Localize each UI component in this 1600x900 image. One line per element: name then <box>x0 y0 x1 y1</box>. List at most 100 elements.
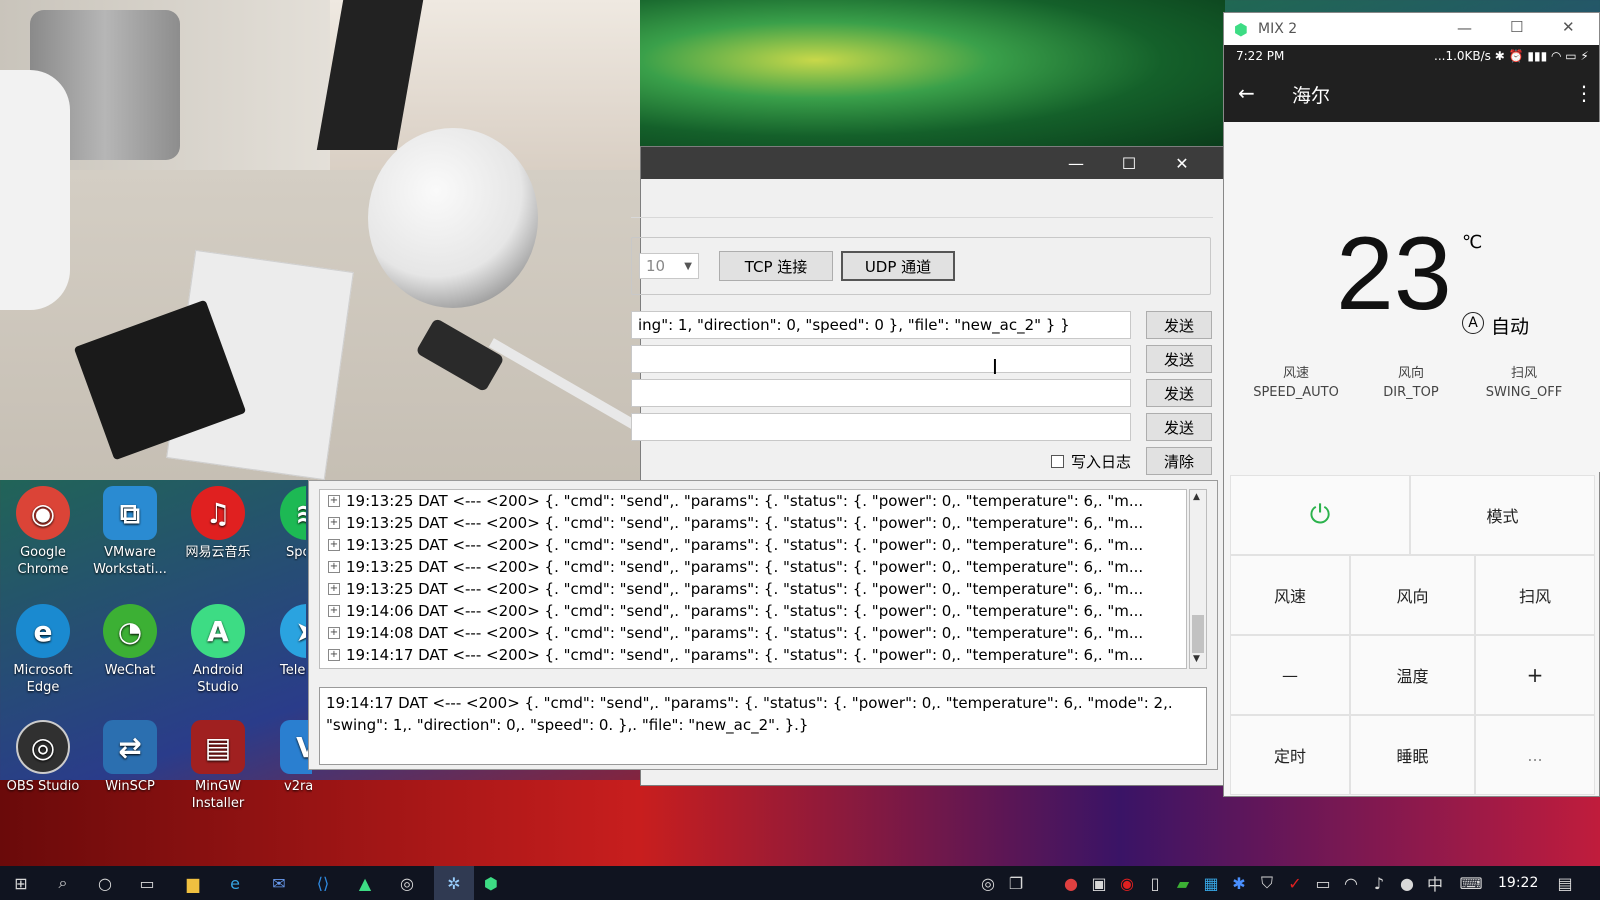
desktop-icon-wechat[interactable]: ◔ WeChat <box>89 604 171 679</box>
chrome-icon: ◉ <box>16 486 70 540</box>
timer-button[interactable]: 定时 <box>1230 715 1350 795</box>
udp-channel-button[interactable]: UDP 通道 <box>841 251 955 281</box>
expand-icon[interactable]: + <box>328 649 340 661</box>
log-panel: +19:13:25 DAT <--- <200> {. "cmd": "send… <box>308 480 1218 770</box>
tray-usb-icon[interactable]: ▯ <box>1142 871 1168 895</box>
android-studio-taskbar-icon[interactable]: ▲ <box>352 871 378 895</box>
desktop-icon-telegram[interactable]: ➤ Teleg <box>262 604 306 679</box>
bluetooth-icon[interactable]: ✱ <box>1226 871 1252 895</box>
send-button-1[interactable]: 发送 <box>1146 311 1212 339</box>
microphone-icon[interactable]: ● <box>1394 871 1420 895</box>
tcp-connect-button[interactable]: TCP 连接 <box>719 251 833 281</box>
log-scrollbar[interactable]: ▲ ▼ <box>1189 489 1207 669</box>
scroll-up-icon[interactable]: ▲ <box>1193 492 1200 502</box>
cortana-icon[interactable]: ○ <box>92 871 118 895</box>
swing-button[interactable]: 扫风 <box>1475 555 1595 635</box>
desktop-icon-v2rayn[interactable]: V v2rayN <box>262 720 312 795</box>
fan-direction-button[interactable]: 风向 <box>1350 555 1475 635</box>
expand-icon[interactable]: + <box>328 583 340 595</box>
keyboard-icon[interactable]: ⌨ <box>1458 871 1484 895</box>
tray-app-icon-3[interactable]: ▰ <box>1170 871 1196 895</box>
expand-icon[interactable]: + <box>328 539 340 551</box>
status-label: 风向 <box>1397 366 1424 381</box>
notification-icon[interactable]: ▤ <box>1552 871 1578 895</box>
tray-app-icon-4[interactable]: ▦ <box>1198 871 1224 895</box>
tray-app-icon-2[interactable]: ▣ <box>1086 871 1112 895</box>
desktop-icon-winscp[interactable]: ⇄ WinSCP <box>89 720 171 795</box>
sleep-button[interactable]: 睡眠 <box>1350 715 1475 795</box>
desktop-icon-vmware[interactable]: ⧉ VMware Workstati... <box>89 486 171 578</box>
log-row[interactable]: +19:14:17 DAT <--- <200> {. "cmd": "send… <box>320 644 1186 666</box>
desktop-icon-mingw[interactable]: ▤ MinGW Installer <box>177 720 259 812</box>
tray-netease-icon[interactable]: ◉ <box>1114 871 1140 895</box>
log-row[interactable]: +19:13:25 DAT <--- <200> {. "cmd": "send… <box>320 578 1186 600</box>
clear-button[interactable]: 清除 <box>1146 447 1212 475</box>
obs-taskbar-icon[interactable]: ◎ <box>394 871 420 895</box>
scroll-down-icon[interactable]: ▼ <box>1193 654 1200 664</box>
expand-icon[interactable]: + <box>328 561 340 573</box>
expand-icon[interactable]: + <box>328 517 340 529</box>
log-row[interactable]: +19:14:06 DAT <--- <200> {. "cmd": "send… <box>320 600 1186 622</box>
maximize-button[interactable]: ☐ <box>1106 147 1152 179</box>
desktop-icon-obs[interactable]: ◎ OBS Studio <box>2 720 84 795</box>
more-vert-icon[interactable]: ⋮ <box>1574 81 1594 105</box>
edge-taskbar-icon[interactable]: e <box>222 871 248 895</box>
temp-down-button[interactable]: — <box>1230 635 1350 715</box>
phone-maximize-button[interactable]: ☐ <box>1510 18 1523 36</box>
log-detail-view[interactable]: 19:14:17 DAT <--- <200> {. "cmd": "send"… <box>319 687 1207 765</box>
expand-icon[interactable]: + <box>328 495 340 507</box>
expand-icon[interactable]: + <box>328 605 340 617</box>
windows-start-icon[interactable]: ⊞ <box>8 871 34 895</box>
file-explorer-icon[interactable]: ▆ <box>180 871 206 895</box>
wifi-icon[interactable]: ◠ <box>1338 871 1364 895</box>
task-view-icon[interactable]: ▭ <box>134 871 160 895</box>
log-row[interactable]: +19:13:25 DAT <--- <200> {. "cmd": "send… <box>320 534 1186 556</box>
send-button-2[interactable]: 发送 <box>1146 345 1212 373</box>
send-input-1[interactable]: ing": 1, "direction": 0, "speed": 0 }, "… <box>631 311 1131 339</box>
desktop-icon-chrome[interactable]: ◉ Google Chrome <box>2 486 84 578</box>
send-input-2[interactable] <box>631 345 1131 373</box>
battery-icon[interactable]: ▭ <box>1310 871 1336 895</box>
fan-speed-button[interactable]: 风速 <box>1230 555 1350 635</box>
tray-app-icon[interactable]: ● <box>1058 871 1084 895</box>
phone-mirror-taskbar-icon[interactable]: ⬢ <box>478 871 504 895</box>
write-log-checkbox[interactable] <box>1051 455 1064 468</box>
network-tool-taskbar-icon[interactable]: ✲ <box>434 866 474 900</box>
mode-button[interactable]: 模式 <box>1410 475 1595 555</box>
log-row[interactable]: +19:13:25 DAT <--- <200> {. "cmd": "send… <box>320 512 1186 534</box>
desktop-icon-netease-music[interactable]: ♫ 网易云音乐 <box>177 486 259 561</box>
send-input-3[interactable] <box>631 379 1131 407</box>
power-button[interactable]: ⏻ <box>1230 475 1410 555</box>
phone-status-icons: ...1.0KB/s ✱ ⏰ ▮▮▮ ◠ ▭ ⚡ <box>1434 49 1589 63</box>
send-input-4[interactable] <box>631 413 1131 441</box>
scroll-thumb[interactable] <box>1192 615 1204 653</box>
desktop-icon-android-studio[interactable]: A Android Studio <box>177 604 259 696</box>
mail-icon[interactable]: ✉ <box>266 871 292 895</box>
send-button-4[interactable]: 发送 <box>1146 413 1212 441</box>
phone-close-button[interactable]: ✕ <box>1562 18 1575 36</box>
send-button-3[interactable]: 发送 <box>1146 379 1212 407</box>
search-icon[interactable]: ⌕ <box>50 871 76 895</box>
expand-icon[interactable]: + <box>328 627 340 639</box>
tray-obs-icon[interactable]: ◎ <box>975 871 1001 895</box>
desktop-icon-spotify[interactable]: ≋ Spo <box>262 486 306 561</box>
log-row[interactable]: +19:13:25 DAT <--- <200> {. "cmd": "send… <box>320 490 1186 512</box>
minimize-button[interactable]: — <box>1053 147 1099 179</box>
log-list[interactable]: +19:13:25 DAT <--- <200> {. "cmd": "send… <box>319 489 1187 669</box>
log-row[interactable]: +19:14:08 DAT <--- <200> {. "cmd": "send… <box>320 622 1186 644</box>
volume-icon[interactable]: ♪ <box>1366 871 1392 895</box>
vscode-icon[interactable]: ⟨⟩ <box>310 871 336 895</box>
back-arrow-icon[interactable]: ← <box>1238 81 1255 105</box>
more-button[interactable]: ... <box>1475 715 1595 795</box>
desktop-icon-edge[interactable]: e Microsoft Edge <box>2 604 84 696</box>
taskbar-clock[interactable]: 19:22 <box>1498 875 1538 891</box>
ime-indicator[interactable]: 中 <box>1422 871 1448 895</box>
port-select[interactable]: 10 ▼ <box>639 253 699 279</box>
close-button[interactable]: ✕ <box>1159 147 1205 179</box>
phone-minimize-button[interactable]: — <box>1457 19 1472 37</box>
log-row[interactable]: +19:13:25 DAT <--- <200> {. "cmd": "send… <box>320 556 1186 578</box>
tray-shield-icon[interactable]: ⛉ <box>1254 871 1280 895</box>
tray-v-icon[interactable]: ✓ <box>1282 871 1308 895</box>
temp-up-button[interactable]: + <box>1475 635 1595 715</box>
tray-window-icon[interactable]: ❐ <box>1003 871 1029 895</box>
